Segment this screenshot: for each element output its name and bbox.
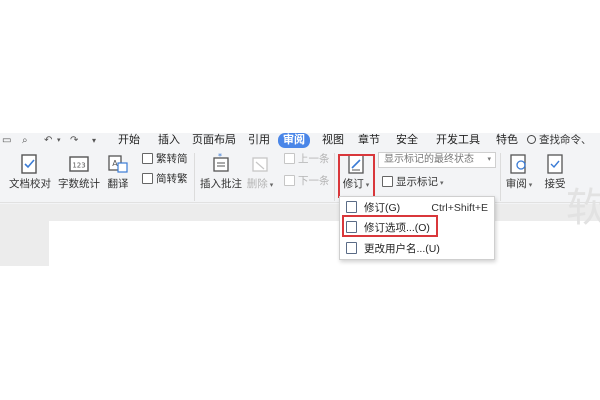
translate-icon: A xyxy=(108,155,128,173)
revision-options-highlight-box xyxy=(342,215,438,237)
tab-security[interactable]: 安全 xyxy=(396,133,418,148)
doc-proof-button[interactable]: 文档校对 xyxy=(8,153,52,190)
chevron-down-icon: ▾ xyxy=(487,156,491,163)
wps-window: ▭ ⌕ ↶ ▾ ↷ ▾ 开始 插入 页面布局 引用 审阅 视图 章节 安全 开发… xyxy=(0,133,600,266)
insert-comment-icon: * xyxy=(213,153,229,172)
svg-text:A: A xyxy=(112,159,118,168)
undo-icon[interactable]: ↶ xyxy=(44,134,52,148)
delete-comment-button[interactable]: 删除 ▾ xyxy=(246,153,274,192)
doc-proof-icon xyxy=(21,154,37,174)
track-changes-icon xyxy=(346,201,357,213)
menu-item-change-username[interactable]: 更改用户名...(U) xyxy=(346,240,492,258)
tab-review[interactable]: 审阅 xyxy=(278,133,310,148)
tab-page-layout[interactable]: 页面布局 xyxy=(192,133,236,148)
trad-to-simp-button[interactable]: 繁转简 xyxy=(142,153,188,166)
accept-icon xyxy=(547,154,563,174)
review-ribbon: 文档校对 123 字数统计 A 翻译 繁转简 简转繁 * 插入批注 删除 ▾ 上… xyxy=(0,149,600,203)
show-markup-button[interactable]: 显示标记 ▾ xyxy=(382,176,444,190)
document-page[interactable] xyxy=(49,221,600,266)
tab-view[interactable]: 视图 xyxy=(322,133,344,148)
tab-references[interactable]: 引用 xyxy=(248,133,270,148)
print-preview-icon[interactable]: ⌕ xyxy=(22,134,28,148)
svg-text:*: * xyxy=(218,153,222,161)
ribbon-divider xyxy=(500,153,501,201)
simp-to-trad-icon xyxy=(142,173,153,184)
next-icon xyxy=(284,175,295,186)
command-search[interactable]: 查找命令、 xyxy=(527,133,592,148)
menu-tab-bar: ▭ ⌕ ↶ ▾ ↷ ▾ 开始 插入 页面布局 引用 审阅 视图 章节 安全 开发… xyxy=(0,133,600,149)
word-count-icon: 123 xyxy=(69,156,89,172)
previous-comment-button[interactable]: 上一条 xyxy=(284,153,330,166)
redo-icon[interactable]: ↷ xyxy=(70,134,78,148)
review-pane-icon xyxy=(510,154,526,174)
background-watermark: 软 xyxy=(566,185,600,231)
previous-icon xyxy=(284,153,295,164)
translate-button[interactable]: A 翻译 xyxy=(104,153,132,190)
user-icon xyxy=(346,242,357,254)
tab-home[interactable]: 开始 xyxy=(118,133,140,148)
display-state-select[interactable]: 显示标记的最终状态 ▾ xyxy=(378,152,496,168)
word-count-button[interactable]: 123 字数统计 xyxy=(56,153,102,190)
tab-section[interactable]: 章节 xyxy=(358,133,380,148)
show-markup-icon xyxy=(382,176,393,187)
review-pane-button[interactable]: 审阅 ▾ xyxy=(504,153,534,192)
search-icon xyxy=(527,135,536,144)
delete-comment-icon xyxy=(252,157,268,172)
insert-comment-button[interactable]: * 插入批注 xyxy=(198,153,244,190)
customize-quick-access-icon[interactable]: ▾ xyxy=(92,134,96,148)
accept-button[interactable]: 接受 xyxy=(542,153,568,190)
print-icon[interactable]: ▭ xyxy=(2,134,11,148)
ribbon-divider xyxy=(194,153,195,201)
undo-dropdown-icon[interactable]: ▾ xyxy=(57,134,61,148)
simp-to-trad-button[interactable]: 简转繁 xyxy=(142,173,188,186)
svg-text:123: 123 xyxy=(72,162,85,170)
tab-insert[interactable]: 插入 xyxy=(158,133,180,148)
next-comment-button[interactable]: 下一条 xyxy=(284,175,330,188)
ribbon-divider xyxy=(334,153,335,201)
trad-to-simp-icon xyxy=(142,153,153,164)
revision-highlight-box xyxy=(338,154,375,198)
tab-features[interactable]: 特色 xyxy=(496,133,518,148)
tab-developer[interactable]: 开发工具 xyxy=(436,133,480,148)
